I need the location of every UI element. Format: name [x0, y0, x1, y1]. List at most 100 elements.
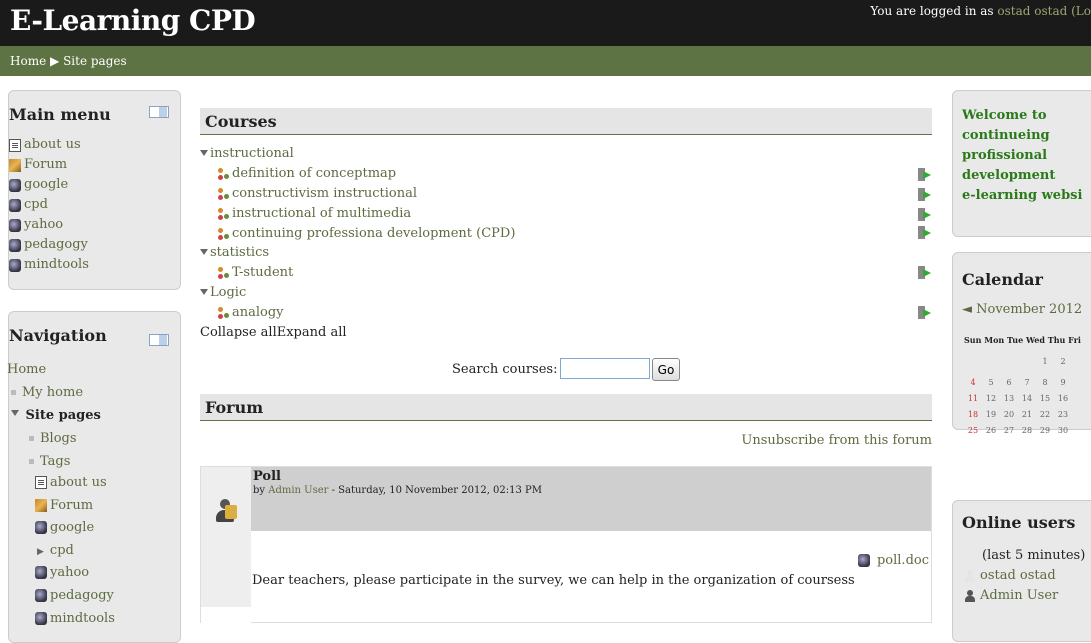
- post-author-link[interactable]: Admin User: [268, 485, 328, 496]
- search-go-button[interactable]: Go: [652, 358, 680, 381]
- breadcrumb-separator: ▶: [50, 54, 60, 68]
- breadcrumb-current[interactable]: Site pages: [63, 54, 127, 68]
- url-icon: [35, 566, 47, 579]
- nav-site-pages[interactable]: Site pages: [11, 406, 101, 426]
- course-link[interactable]: T-student: [218, 265, 293, 280]
- calendar-week: 456789: [970, 378, 1066, 387]
- bullet-icon: [29, 459, 34, 464]
- page-icon: [9, 138, 21, 152]
- page-header: E-Learning CPD You are logged in as osta…: [0, 0, 1091, 46]
- category-statistics[interactable]: statistics: [200, 245, 269, 260]
- nav-home[interactable]: Home: [7, 360, 46, 380]
- forum-post: Poll by Admin User - Saturday, 10 Novemb…: [200, 466, 932, 631]
- calendar-week: 18 19 20 21 22 23: [967, 410, 1069, 419]
- nav-mindtools[interactable]: mindtools: [35, 609, 115, 629]
- calendar-title: Calendar: [962, 270, 1043, 289]
- url-icon: [35, 612, 47, 625]
- online-users-subtitle: (last 5 minutes): [982, 548, 1086, 563]
- nav-tags[interactable]: Tags: [29, 452, 70, 472]
- site-title[interactable]: E-Learning CPD: [10, 4, 256, 37]
- breadcrumb-home[interactable]: Home: [10, 54, 46, 68]
- menu-item-pedagogy[interactable]: pedagogy: [9, 235, 89, 255]
- calendar-weekdays: Sun Mon Tue Wed Thu Fri: [964, 335, 1081, 345]
- forum-title: Forum: [205, 398, 264, 417]
- course-icon: [218, 306, 230, 319]
- expand-all-link[interactable]: Expand all: [277, 325, 347, 340]
- online-user[interactable]: ostad ostad: [964, 568, 1056, 583]
- login-info: You are logged in as ostad ostad (Lo: [870, 4, 1091, 18]
- expanded-arrow-icon: [11, 410, 19, 416]
- forum-icon: [9, 158, 21, 172]
- logout-link[interactable]: (Lo: [1071, 4, 1091, 18]
- main-menu-list: about us Forum google cpd yahoo pedagogy…: [9, 135, 89, 275]
- expanded-arrow-icon: [200, 249, 208, 255]
- course-icon: [218, 207, 230, 220]
- calendar-week: 11 12 13 14 15 16: [967, 394, 1069, 403]
- enrol-icon[interactable]: [918, 306, 931, 319]
- courses-header: Courses: [200, 108, 932, 135]
- nav-about-us[interactable]: about us: [35, 473, 107, 493]
- bullet-icon: [11, 390, 16, 395]
- course-icon: [218, 266, 230, 279]
- menu-item-google[interactable]: google: [9, 175, 89, 195]
- post-header: [251, 467, 931, 531]
- calendar-week: 25 26 27 28 29 30: [967, 426, 1069, 435]
- nav-forum[interactable]: Forum: [35, 496, 93, 516]
- course-link[interactable]: instructional of multimedia: [218, 206, 411, 221]
- url-icon: [9, 178, 21, 192]
- url-icon: [9, 198, 21, 212]
- nav-blogs[interactable]: Blogs: [29, 429, 77, 449]
- post-byline: by Admin User - Saturday, 10 November 20…: [253, 485, 543, 496]
- course-link[interactable]: constructivism instructional: [218, 186, 417, 201]
- collapse-all-link[interactable]: Collapse all: [200, 325, 277, 340]
- enrol-icon[interactable]: [918, 188, 931, 201]
- dock-icon[interactable]: [149, 334, 169, 346]
- enrol-icon[interactable]: [918, 226, 931, 239]
- breadcrumb: Home ▶ Site pages: [10, 54, 127, 68]
- enrol-icon[interactable]: [918, 168, 931, 181]
- menu-item-cpd[interactable]: cpd: [9, 195, 89, 215]
- course-link[interactable]: analogy: [218, 305, 284, 320]
- online-users-title: Online users: [962, 513, 1076, 532]
- menu-item-forum[interactable]: Forum: [9, 155, 89, 175]
- course-icon: [218, 227, 230, 240]
- lock-icon: [225, 505, 237, 519]
- user-icon: [964, 569, 976, 582]
- menu-item-about-us[interactable]: about us: [9, 135, 89, 155]
- category-instructional[interactable]: instructional: [200, 146, 294, 161]
- course-icon: [218, 187, 230, 200]
- menu-item-yahoo[interactable]: yahoo: [9, 215, 89, 235]
- post-side: [201, 467, 251, 624]
- category-logic[interactable]: Logic: [200, 285, 246, 300]
- search-courses-input[interactable]: [560, 358, 650, 379]
- user-link[interactable]: ostad ostad: [997, 4, 1067, 18]
- course-link[interactable]: definition of conceptmap: [218, 166, 396, 181]
- navigation-block: Navigation Home My home Site pages Blogs…: [7, 311, 181, 643]
- enrol-icon[interactable]: [918, 208, 931, 221]
- nav-google[interactable]: google: [35, 518, 94, 538]
- menu-item-mindtools[interactable]: mindtools: [9, 255, 89, 275]
- collapsed-arrow-icon: ▶: [37, 547, 44, 557]
- nav-pedagogy[interactable]: pedagogy: [35, 586, 114, 606]
- expanded-arrow-icon: [200, 150, 208, 156]
- nav-yahoo[interactable]: yahoo: [35, 563, 89, 583]
- courses-title: Courses: [205, 112, 277, 131]
- document-icon: [857, 554, 870, 567]
- url-icon: [9, 258, 21, 272]
- calendar-month[interactable]: ◄ November 2012: [962, 302, 1082, 317]
- attachment-link[interactable]: poll.doc: [857, 553, 929, 568]
- forum-header: Forum: [200, 394, 932, 421]
- post-side-divider: [201, 607, 251, 631]
- dock-icon[interactable]: [149, 106, 169, 118]
- calendar-week: 12: [1042, 357, 1066, 366]
- course-link[interactable]: continuing professiona development (CPD): [218, 226, 515, 241]
- enrol-icon[interactable]: [918, 266, 931, 279]
- online-user[interactable]: Admin User: [964, 588, 1058, 603]
- unsubscribe-link[interactable]: Unsubscribe from this forum: [741, 433, 932, 448]
- expanded-arrow-icon: [200, 289, 208, 295]
- nav-cpd[interactable]: ▶ cpd: [37, 541, 74, 561]
- url-icon: [35, 589, 47, 602]
- nav-my-home[interactable]: My home: [11, 383, 83, 403]
- bullet-icon: [29, 436, 34, 441]
- url-icon: [9, 218, 21, 232]
